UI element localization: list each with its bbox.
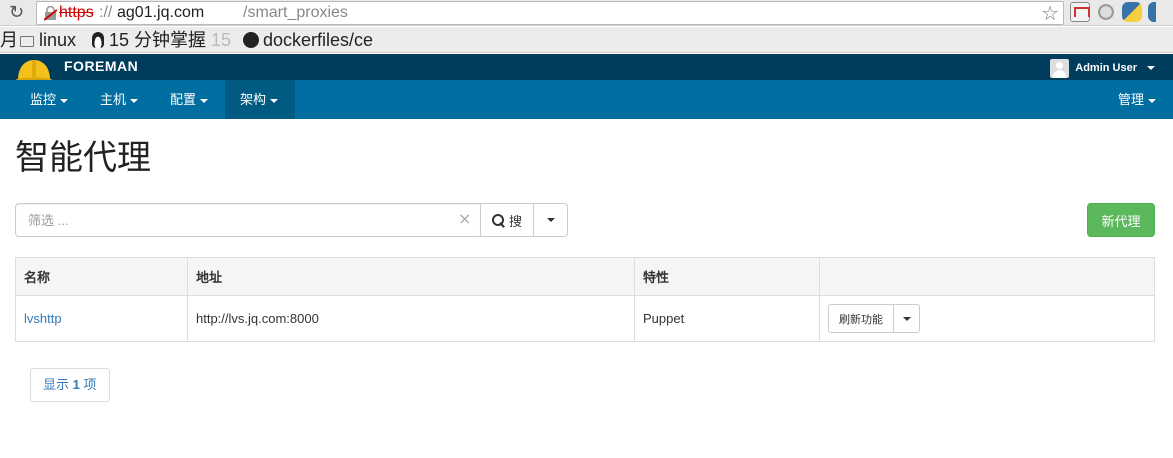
chevron-down-icon <box>902 316 911 321</box>
new-proxy-button[interactable]: 新代理 <box>1087 203 1155 237</box>
penguin-icon <box>92 32 104 48</box>
nav-hosts[interactable]: 主机 <box>85 80 153 119</box>
search-group: × 搜 <box>15 203 569 237</box>
avatar <box>1050 58 1070 78</box>
cell-actions: 刷新功能 <box>819 295 1155 342</box>
insecure-lock-icon <box>44 6 57 21</box>
pagination-count: 显示 1 项 <box>30 368 110 402</box>
count-suffix: 项 <box>83 377 97 392</box>
refresh-split-button: 刷新功能 <box>828 304 920 333</box>
column-header-features: 特性 <box>634 257 820 296</box>
column-header-url: 地址 <box>187 257 635 296</box>
python-icon[interactable] <box>1122 2 1142 22</box>
cell-url: http://lvs.jq.com:8000 <box>187 295 635 342</box>
chevron-down-icon <box>130 98 139 103</box>
chevron-down-icon <box>270 98 279 103</box>
clear-search-icon[interactable]: × <box>458 211 471 227</box>
chevron-down-icon <box>546 218 555 222</box>
folder-icon <box>20 36 34 47</box>
extension-icons <box>1070 2 1156 24</box>
bookmark-label: dockerfiles/ce <box>263 30 374 50</box>
sync-icon[interactable] <box>1096 2 1116 22</box>
nav-label: 主机 <box>100 92 127 107</box>
brand-name[interactable]: FOREMAN <box>64 58 138 74</box>
refresh-features-button[interactable]: 刷新功能 <box>828 304 894 333</box>
user-menu[interactable]: Admin User <box>1050 58 1155 78</box>
bookmark-item-linux[interactable]: linux <box>20 28 76 52</box>
bookmark-label: 月 <box>0 30 18 50</box>
bookmark-item[interactable]: 月 <box>0 28 18 52</box>
browser-toolbar: ↻ https :// ag01.jq.com /smart_proxies ☆ <box>0 0 1173 26</box>
url-path: /smart_proxies <box>243 4 348 21</box>
chevron-down-icon <box>200 98 209 103</box>
gmail-icon[interactable] <box>1070 2 1090 22</box>
search-button-label: 搜 <box>509 213 523 229</box>
bookmarks-bar: 月 linux 15 分钟掌握 15 dockerfiles/ce <box>0 27 1173 53</box>
bookmark-item-dockerfiles[interactable]: dockerfiles/ce <box>243 28 373 52</box>
user-name: Admin User <box>1075 62 1137 74</box>
chevron-down-icon <box>1147 66 1155 70</box>
column-header-actions <box>819 257 1155 296</box>
url-separator: :// <box>99 4 113 21</box>
reload-icon[interactable]: ↻ <box>9 3 29 23</box>
count-prefix: 显示 <box>43 377 70 392</box>
row-actions-dropdown-button[interactable] <box>894 304 920 333</box>
page-title: 智能代理 <box>15 138 151 178</box>
search-icon <box>492 213 505 227</box>
github-icon <box>243 32 259 48</box>
search-input[interactable] <box>15 203 480 237</box>
proxy-name-link[interactable]: lvshttp <box>24 311 62 326</box>
chevron-down-icon <box>60 98 69 103</box>
bookmark-item-15min[interactable]: 15 分钟掌握 15 <box>92 28 231 52</box>
bookmark-star-icon[interactable]: ☆ <box>1041 2 1059 24</box>
search-button[interactable]: 搜 <box>480 203 535 237</box>
bookmark-label: linux <box>39 30 77 50</box>
cell-features: Puppet <box>634 295 820 342</box>
nav-configure[interactable]: 配置 <box>155 80 223 119</box>
bookmarks-dropdown-button[interactable] <box>534 203 569 237</box>
nav-administer[interactable]: 管理 <box>1103 80 1171 119</box>
nav-label: 监控 <box>30 92 57 107</box>
bookmark-label-faded: 15 <box>211 30 232 50</box>
cell-name: lvshttp <box>15 295 188 342</box>
nav-label: 管理 <box>1117 92 1144 107</box>
smart-proxies-table: 名称 地址 特性 lvshttp http://lvs.jq.com:8000 … <box>15 257 1155 342</box>
column-header-name[interactable]: 名称 <box>15 257 188 296</box>
url-scheme: https <box>59 4 94 21</box>
bookmark-label: 15 分钟掌握 <box>109 30 207 50</box>
nav-monitor[interactable]: 监控 <box>15 80 83 119</box>
nav-label: 配置 <box>170 92 197 107</box>
main-nav: 监控 主机 配置 架构 管理 <box>0 80 1173 119</box>
address-bar[interactable]: https :// ag01.jq.com /smart_proxies ☆ <box>36 1 1064 25</box>
nav-infrastructure[interactable]: 架构 <box>225 80 295 119</box>
count-value: 1 <box>72 377 80 392</box>
extension-icon[interactable] <box>1148 2 1156 22</box>
chevron-down-icon <box>1148 98 1156 103</box>
top-bar: FOREMAN Admin User <box>0 54 1173 85</box>
table-header-row: 名称 地址 特性 <box>15 257 1155 296</box>
nav-label: 架构 <box>240 92 267 107</box>
table-row: lvshttp http://lvs.jq.com:8000 Puppet 刷新… <box>15 295 1155 342</box>
url-host: ag01.jq.com <box>117 4 205 21</box>
